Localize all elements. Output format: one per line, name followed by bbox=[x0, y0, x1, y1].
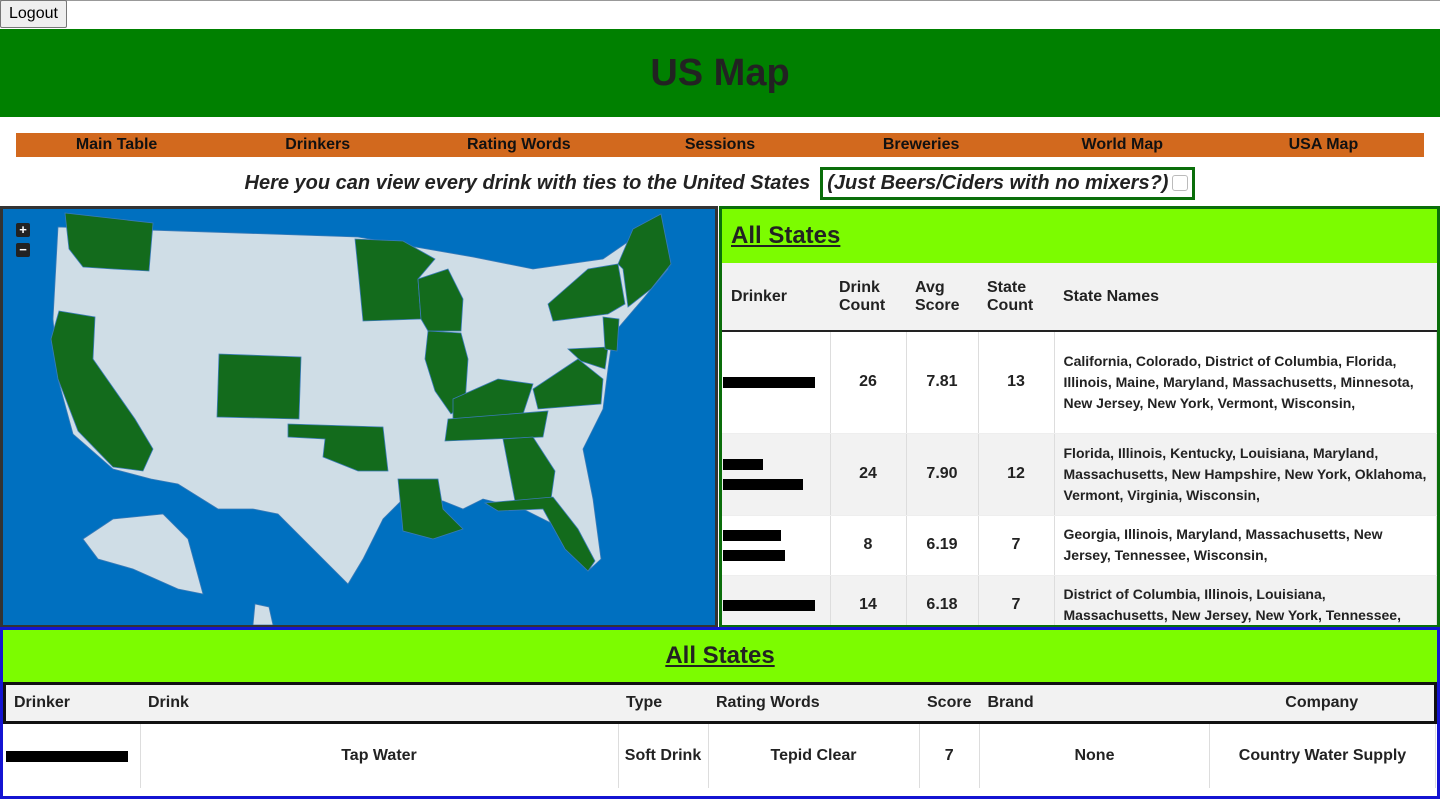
beer-cider-filter[interactable]: (Just Beers/Ciders with no mixers?) bbox=[820, 166, 1196, 200]
nav-main-table[interactable]: Main Table bbox=[16, 136, 217, 154]
nav-breweries[interactable]: Breweries bbox=[821, 136, 1022, 154]
state-new-england[interactable] bbox=[617, 213, 672, 308]
drinker-redacted bbox=[722, 515, 831, 576]
nav-sessions[interactable]: Sessions bbox=[619, 136, 820, 154]
zoom-out-button[interactable]: − bbox=[16, 243, 30, 257]
col-type[interactable]: Type bbox=[618, 683, 708, 723]
page-title: US Map bbox=[650, 51, 790, 94]
rating-words: Tepid Clear bbox=[708, 722, 920, 788]
drink-type: Soft Drink bbox=[618, 722, 709, 788]
col-brand[interactable]: Brand bbox=[979, 683, 1210, 723]
state-alaska[interactable] bbox=[82, 513, 204, 595]
col-company[interactable]: Company bbox=[1209, 683, 1436, 723]
table-row[interactable]: 24 7.90 12 Florida, Illinois, Kentucky, … bbox=[722, 433, 1437, 516]
state-names: Florida, Illinois, Kentucky, Louisiana, … bbox=[1054, 433, 1437, 516]
table-row[interactable]: 14 6.18 7 District of Columbia, Illinois… bbox=[722, 575, 1437, 625]
state-colorado[interactable] bbox=[216, 353, 302, 420]
state-names: District of Columbia, Illinois, Louisian… bbox=[1054, 575, 1437, 625]
us-map[interactable]: + − bbox=[0, 206, 718, 628]
col-drinker[interactable]: Drinker bbox=[4, 683, 140, 723]
table-row[interactable]: 26 7.81 13 California, Colorado, Distric… bbox=[722, 331, 1437, 434]
drinks-panel: All States Drinker Drink Type Rating Wor… bbox=[0, 627, 1440, 799]
state-count: 7 bbox=[978, 515, 1055, 576]
drinker-redacted bbox=[722, 331, 831, 434]
nav-usa-map[interactable]: USA Map bbox=[1223, 136, 1424, 154]
state-count: 7 bbox=[978, 575, 1055, 625]
states-panel-title-bar: All States bbox=[722, 209, 1437, 263]
intro-row: Here you can view every drink with ties … bbox=[0, 164, 1440, 202]
col-score[interactable]: Score bbox=[919, 683, 980, 723]
nav-rating-words[interactable]: Rating Words bbox=[418, 136, 619, 154]
drink-name: Tap Water bbox=[140, 722, 619, 788]
page-header: US Map bbox=[0, 29, 1440, 117]
drinks-table: Drinker Drink Type Rating Words Score Br… bbox=[3, 682, 1437, 788]
states-panel: All States Drinker Drink Count Avg Score… bbox=[719, 206, 1440, 628]
drinks-panel-title: All States bbox=[665, 642, 775, 669]
col-drink-count[interactable]: Drink Count bbox=[830, 263, 906, 331]
state-hawaii[interactable] bbox=[252, 603, 274, 625]
state-count: 13 bbox=[978, 331, 1055, 434]
col-drinker[interactable]: Drinker bbox=[722, 263, 830, 331]
states-panel-title: All States bbox=[731, 222, 841, 249]
avg-score: 7.90 bbox=[906, 433, 979, 516]
brand: None bbox=[979, 722, 1210, 788]
table-row[interactable]: 8 6.19 7 Georgia, Illinois, Maryland, Ma… bbox=[722, 515, 1437, 576]
avg-score: 6.19 bbox=[906, 515, 979, 576]
us-map-svg[interactable] bbox=[3, 209, 715, 625]
drink-count: 8 bbox=[830, 515, 907, 576]
score: 7 bbox=[919, 722, 980, 788]
col-drink[interactable]: Drink bbox=[140, 683, 618, 723]
drinks-panel-title-bar: All States bbox=[3, 630, 1437, 682]
state-new-jersey[interactable] bbox=[602, 316, 620, 352]
drink-count: 24 bbox=[830, 433, 907, 516]
col-rating-words[interactable]: Rating Words bbox=[708, 683, 919, 723]
avg-score: 7.81 bbox=[906, 331, 979, 434]
filter-label: (Just Beers/Ciders with no mixers?) bbox=[827, 171, 1169, 194]
nav-bar: Main Table Drinkers Rating Words Session… bbox=[16, 133, 1424, 157]
state-count: 12 bbox=[978, 433, 1055, 516]
state-names: Georgia, Illinois, Maryland, Massachuset… bbox=[1054, 515, 1437, 576]
drinker-redacted bbox=[722, 433, 831, 516]
states-table: Drinker Drink Count Avg Score State Coun… bbox=[722, 263, 1437, 625]
intro-text: Here you can view every drink with ties … bbox=[244, 171, 811, 194]
nav-drinkers[interactable]: Drinkers bbox=[217, 136, 418, 154]
nav-world-map[interactable]: World Map bbox=[1022, 136, 1223, 154]
avg-score: 6.18 bbox=[906, 575, 979, 625]
drink-count: 14 bbox=[830, 575, 907, 625]
drinker-redacted bbox=[722, 575, 831, 625]
col-state-names[interactable]: State Names bbox=[1054, 263, 1437, 331]
table-row[interactable]: Tap Water Soft Drink Tepid Clear 7 None … bbox=[4, 722, 1437, 788]
zoom-in-button[interactable]: + bbox=[16, 223, 30, 237]
col-avg-score[interactable]: Avg Score bbox=[906, 263, 978, 331]
drinker-redacted bbox=[4, 722, 141, 788]
logout-button[interactable]: Logout bbox=[0, 0, 67, 28]
state-names: California, Colorado, District of Columb… bbox=[1054, 331, 1437, 434]
drink-count: 26 bbox=[830, 331, 907, 434]
col-state-count[interactable]: State Count bbox=[978, 263, 1054, 331]
top-border bbox=[0, 0, 1440, 1]
company: Country Water Supply bbox=[1209, 722, 1437, 788]
filter-checkbox[interactable] bbox=[1172, 175, 1189, 191]
